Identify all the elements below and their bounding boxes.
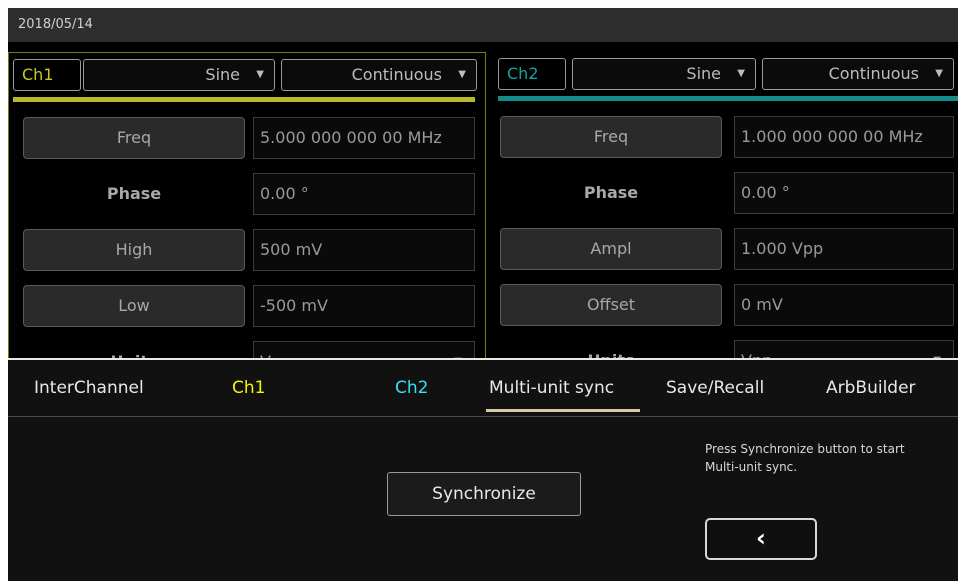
ch2-mode-select[interactable]: Continuous ▼ [762,58,954,90]
ch2-offset-button[interactable]: Offset [500,284,722,326]
ch2-underline [498,96,958,101]
chevron-left-icon: ‹ [756,524,766,552]
back-button[interactable]: ‹ [705,518,817,560]
ch1-freq-button[interactable]: Freq [23,117,245,159]
dropdown-arrow-icon: ▼ [458,69,466,80]
active-tab-indicator [486,409,640,412]
tab-interchannel[interactable]: InterChannel [34,378,144,398]
tab-ch1[interactable]: Ch1 [232,378,265,398]
page-indicator [451,576,503,581]
ch2-ampl-button[interactable]: Ampl [500,228,722,270]
tab-save-recall[interactable]: Save/Recall [666,378,764,398]
sync-instruction-line: Press Synchronize button to start [705,442,905,456]
ch1-phase-value[interactable]: 0.00 ° [253,173,475,215]
ch2-ampl-value[interactable]: 1.000 Vpp [734,228,954,270]
sync-instruction-line: Multi-unit sync. [705,460,798,474]
ch1-waveform-select[interactable]: Sine ▼ [83,59,275,91]
ch1-underline [13,97,475,102]
ch1-low-button[interactable]: Low [23,285,245,327]
ch1-freq-value[interactable]: 5.000 000 000 00 MHz [253,117,475,159]
ch2-panel: Ch2 Sine ▼ Continuous ▼ Freq 1.000 000 00… [488,52,958,367]
synchronize-button[interactable]: Synchronize [387,472,581,516]
dropdown-arrow-icon: ▼ [935,68,943,79]
ch1-panel: Ch1 Sine ▼ Continuous ▼ Freq 5.000 000 00… [8,52,486,367]
tab-multi-unit-sync[interactable]: Multi-unit sync [489,378,614,398]
ch2-offset-value[interactable]: 0 mV [734,284,954,326]
ch2-phase-value[interactable]: 0.00 ° [734,172,954,214]
instrument-screen: 2018/05/14 Ch1 Sine ▼ Continuous ▼ Freq 5… [8,8,958,581]
tab-ch2[interactable]: Ch2 [395,378,428,398]
ch1-waveform-value: Sine [205,65,240,84]
ch2-mode-value: Continuous [828,64,919,83]
date-label: 2018/05/14 [18,17,93,32]
tab-arbbuilder[interactable]: ArbBuilder [826,378,916,398]
ch2-freq-button[interactable]: Freq [500,116,722,158]
ch1-low-value[interactable]: -500 mV [253,285,475,327]
status-bar: 2018/05/14 [8,8,958,42]
ch1-mode-select[interactable]: Continuous ▼ [281,59,477,91]
bottom-tab-bar: InterChannel Ch1 Ch2 Multi-unit sync Sav… [8,360,958,417]
bottom-menu-panel: InterChannel Ch1 Ch2 Multi-unit sync Sav… [8,360,958,581]
ch2-waveform-value: Sine [686,64,721,83]
sync-instruction-text: Press Synchronize button to start Multi-… [705,440,955,476]
ch1-phase-label: Phase [106,184,162,203]
ch2-freq-value[interactable]: 1.000 000 000 00 MHz [734,116,954,158]
ch1-high-value[interactable]: 500 mV [253,229,475,271]
ch1-mode-value: Continuous [351,65,442,84]
ch1-high-button[interactable]: High [23,229,245,271]
ch2-phase-label: Phase [583,183,639,202]
ch1-name-box[interactable]: Ch1 [13,59,81,91]
ch2-name-box[interactable]: Ch2 [498,58,566,90]
ch2-waveform-select[interactable]: Sine ▼ [572,58,756,90]
dropdown-arrow-icon: ▼ [737,68,745,79]
dropdown-arrow-icon: ▼ [256,69,264,80]
